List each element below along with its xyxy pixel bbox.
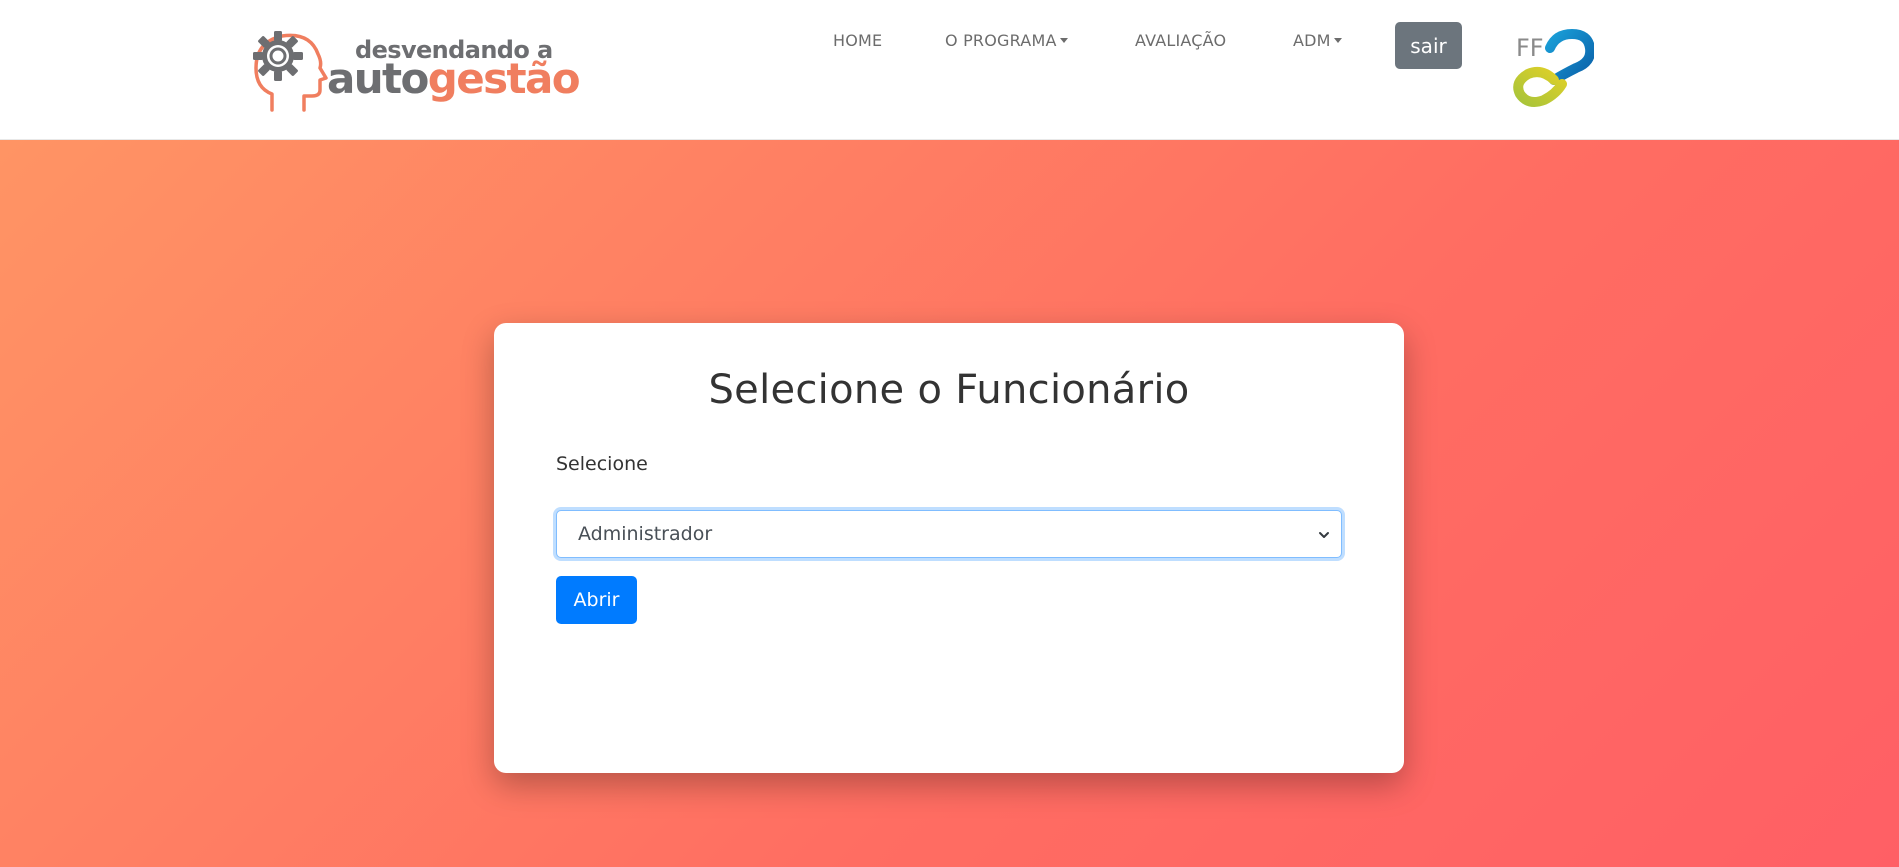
chevron-down-icon	[1319, 532, 1329, 538]
brand-wordmark-auto: auto	[327, 54, 429, 103]
caret-down-icon	[1333, 37, 1342, 43]
nav-o-programa-label: O PROGRAMA	[945, 31, 1057, 50]
nav-avaliacao[interactable]: AVALIAÇÃO	[1135, 31, 1226, 50]
logout-button[interactable]: sair	[1395, 22, 1462, 69]
caret-down-icon	[1059, 37, 1068, 43]
nav-adm[interactable]: ADM	[1293, 31, 1342, 50]
nav-home[interactable]: HOME	[833, 31, 882, 50]
nav-avaliacao-label: AVALIAÇÃO	[1135, 31, 1227, 50]
open-button[interactable]: Abrir	[556, 576, 637, 624]
nav-adm-label: ADM	[1293, 31, 1331, 50]
nav-o-programa[interactable]: O PROGRAMA	[945, 31, 1068, 50]
select-label: Selecione	[556, 453, 648, 475]
nav-home-label: HOME	[833, 31, 883, 50]
partner-logo-icon: FF	[1513, 28, 1594, 107]
page-title: Selecione o Funcionário	[708, 367, 1190, 413]
brand-wordmark: autogestão	[327, 54, 581, 104]
employee-select-value: Administrador	[578, 523, 713, 545]
brand-wordmark-gestao: gestão	[427, 54, 581, 103]
gear-head-icon	[253, 31, 328, 112]
top-navbar: desvendando a autogestão HOME O PROGRAMA…	[0, 0, 1899, 140]
partner-logo-text: FF	[1516, 34, 1544, 62]
employee-select-card: Selecione o Funcionário Selecione Admini…	[494, 323, 1404, 773]
employee-select[interactable]: Administrador	[556, 510, 1342, 558]
brand-logo[interactable]: desvendando a autogestão	[252, 28, 582, 112]
main-content: Selecione o Funcionário Selecione Admini…	[0, 140, 1899, 867]
